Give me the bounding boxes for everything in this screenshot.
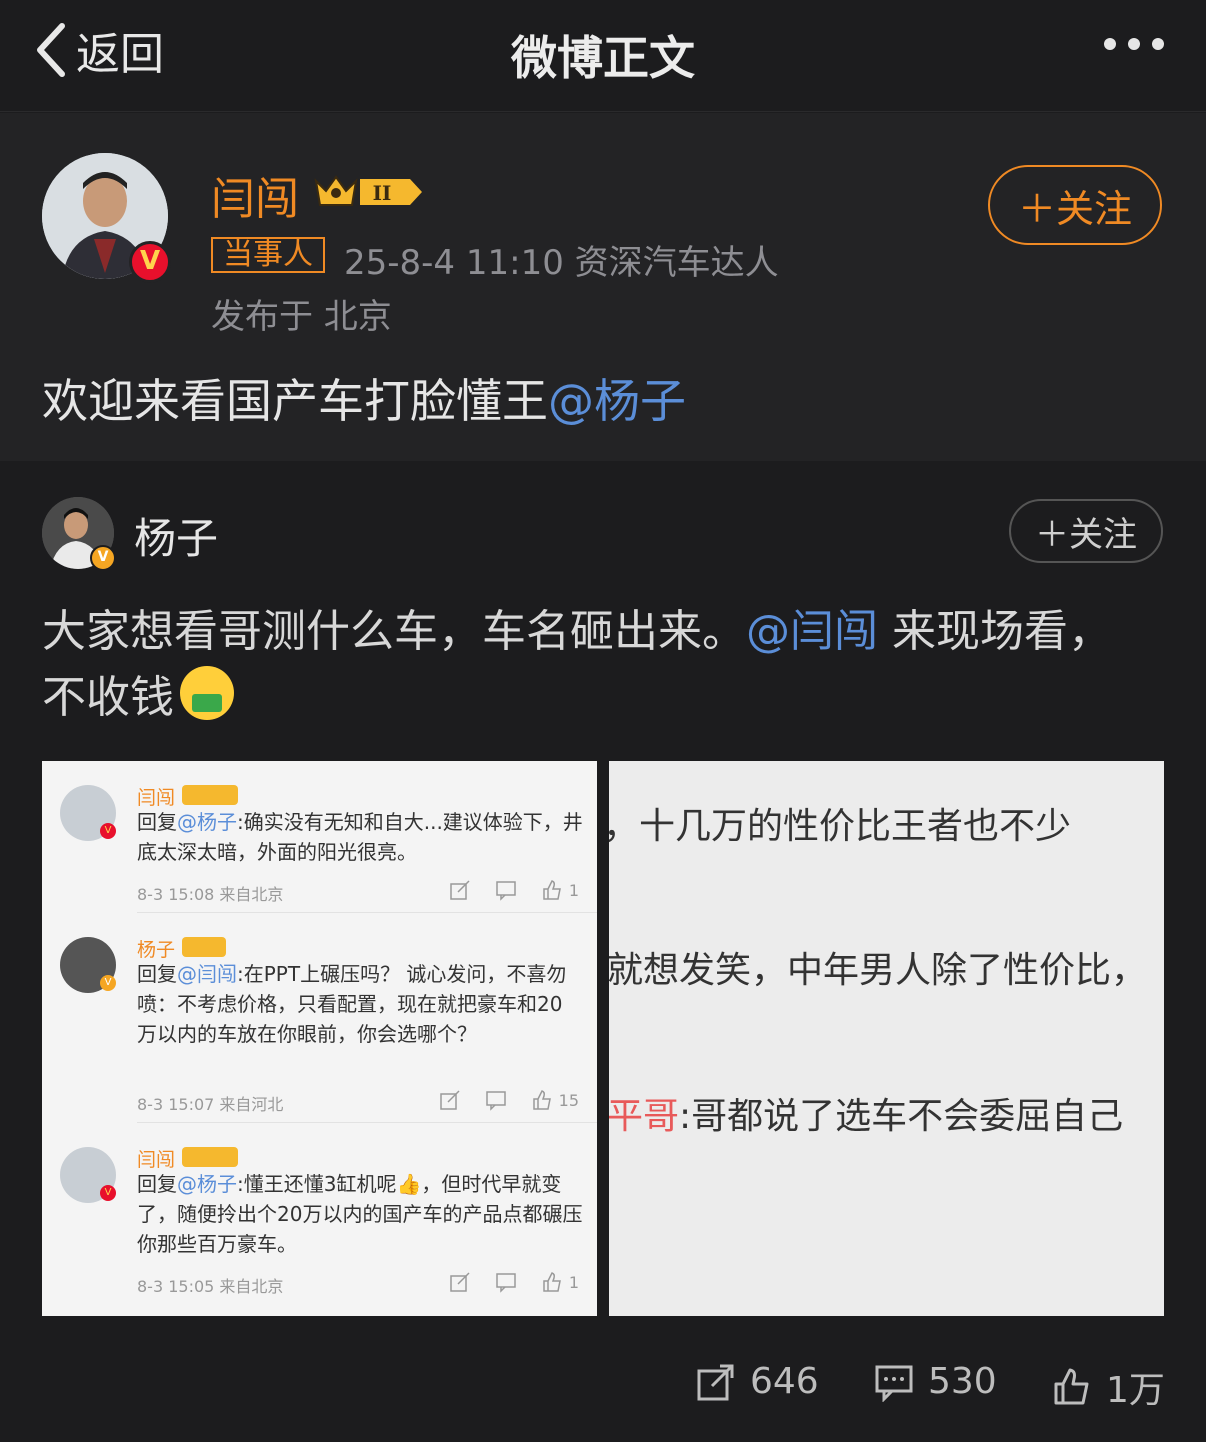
comment-item: V 杨子 回复@闫闯:在PPT上碾压吗？ 诚心发问，不喜勿喷：不考虑价格，只看配… (42, 913, 597, 1123)
mention-link[interactable]: @杨子 (548, 374, 686, 428)
repost-text: 大家想看哥测什么车，车名砸出来。@闫闯 来现场看， 不收钱 (42, 599, 1162, 731)
comment-icon (485, 1091, 506, 1111)
mention-link[interactable]: @闫闯 (746, 606, 878, 657)
repost-count: 646 (750, 1361, 819, 1402)
like-count: 1万 (1106, 1370, 1165, 1411)
comment-icon (496, 881, 516, 901)
member-badge-icon (182, 785, 238, 805)
post-body: 欢迎来看国产车打脸懂王 (42, 374, 548, 428)
comment-actions: 15 (439, 1089, 579, 1111)
comment-button[interactable]: 530 (874, 1361, 997, 1402)
comment-text: 回复@闫闯:在PPT上碾压吗？ 诚心发问，不喜勿喷：不考虑价格，只看配置，现在就… (137, 962, 567, 1046)
post-meta: 25-8-4 11:10 资深汽车达人 (344, 243, 779, 283)
comment-item: V 闫闯 回复@杨子:确实没有无知和自大...建议体验下，井底太深太暗，外面的阳… (42, 761, 597, 913)
like-count: 15 (558, 1090, 579, 1110)
author-name[interactable]: 杨子 (134, 505, 218, 566)
image-text-line: ，十几万的性价比王者也不少 (609, 806, 1072, 847)
like-button[interactable]: 1万 (1052, 1361, 1165, 1413)
verified-badge-icon: V (90, 545, 116, 571)
share-icon (450, 880, 470, 900)
comment-icon (875, 1365, 913, 1402)
comment-actions: 1 (449, 879, 579, 901)
comment-item: V 闫闯 回复@杨子:懂王还懂3缸机呢👍，但时代早就变了，随便拎出个20万以内的… (42, 1123, 597, 1316)
verified-badge-icon: V (100, 823, 116, 839)
repost-button[interactable]: 646 (696, 1361, 819, 1402)
participant-tag: 当事人 (211, 237, 325, 273)
thumbs-up-icon (1054, 1368, 1089, 1405)
comment-meta: 8-3 15:05 来自北京 (137, 1277, 284, 1296)
share-icon (450, 1272, 470, 1292)
comment-icon (496, 1273, 516, 1293)
comment-author: 闫闯 (137, 787, 176, 809)
post-location: 发布于 北京 (211, 297, 392, 337)
comment-text: 回复@杨子:懂王还懂3缸机呢👍，但时代早就变了，随便拎出个20万以内的国产车的产… (137, 1172, 583, 1256)
like-icon (543, 1272, 561, 1292)
verified-badge-icon: V (129, 241, 171, 283)
svg-text:II: II (373, 181, 392, 205)
follow-button[interactable]: ＋关注 (1009, 499, 1163, 563)
repost-icon (697, 1364, 734, 1400)
member-badge-icon (182, 1147, 238, 1167)
comment-author: 杨子 (137, 939, 176, 961)
main-post: V 闫闯 II ＋关注 当事人 25-8-4 11:10 资深汽车达人 发布于 … (0, 113, 1206, 461)
image-text-screenshot[interactable]: ，十几万的性价比王者也不少 就想发笑，中年男人除了性价比， 平哥:哥都说了选车不… (609, 761, 1164, 1316)
more-options-icon[interactable] (1104, 38, 1164, 50)
follow-button[interactable]: ＋关注 (988, 165, 1162, 245)
author-name[interactable]: 闫闯 (211, 163, 299, 227)
page-title: 微博正文 (511, 31, 695, 85)
comment-meta: 8-3 15:07 来自河北 (137, 1095, 284, 1114)
verified-badge-icon: V (100, 975, 116, 991)
like-icon (543, 880, 561, 900)
member-crown-icon: II (314, 175, 422, 206)
repost-body: 不收钱 (42, 672, 174, 723)
image-comments-screenshot[interactable]: V 闫闯 回复@杨子:确实没有无知和自大...建议体验下，井底太深太暗，外面的阳… (42, 761, 597, 1316)
comment-author: 闫闯 (137, 1149, 176, 1171)
share-icon (439, 1090, 460, 1110)
image-text-line: 平哥:哥都说了选车不会委屈自己 (609, 1096, 1124, 1137)
book-reading-emoji-icon (180, 666, 234, 720)
like-icon (532, 1090, 551, 1110)
member-badge-icon (182, 937, 226, 957)
comment-count: 530 (928, 1361, 997, 1402)
top-bar: 返回 微博正文 (0, 0, 1206, 112)
verified-badge-icon: V (100, 1185, 116, 1201)
repost-body: 大家想看哥测什么车，车名砸出来。 (42, 606, 746, 657)
comment-actions: 1 (449, 1271, 579, 1293)
repost-body: 来现场看， (878, 606, 1112, 657)
like-count: 1 (568, 1272, 579, 1292)
comment-meta: 8-3 15:08 来自北京 (137, 885, 284, 904)
action-bar: 646 530 1万 (0, 1361, 1206, 1411)
comment-text: 回复@杨子:确实没有无知和自大...建议体验下，井底太深太暗，外面的阳光很亮。 (137, 810, 583, 864)
image-text-line: 就想发笑，中年男人除了性价比， (609, 950, 1148, 991)
post-text: 欢迎来看国产车打脸懂王@杨子 (42, 365, 686, 431)
like-count: 1 (568, 880, 579, 900)
reposted-post: V 杨子 ＋关注 大家想看哥测什么车，车名砸出来。@闫闯 来现场看， 不收钱 V… (0, 461, 1206, 1442)
